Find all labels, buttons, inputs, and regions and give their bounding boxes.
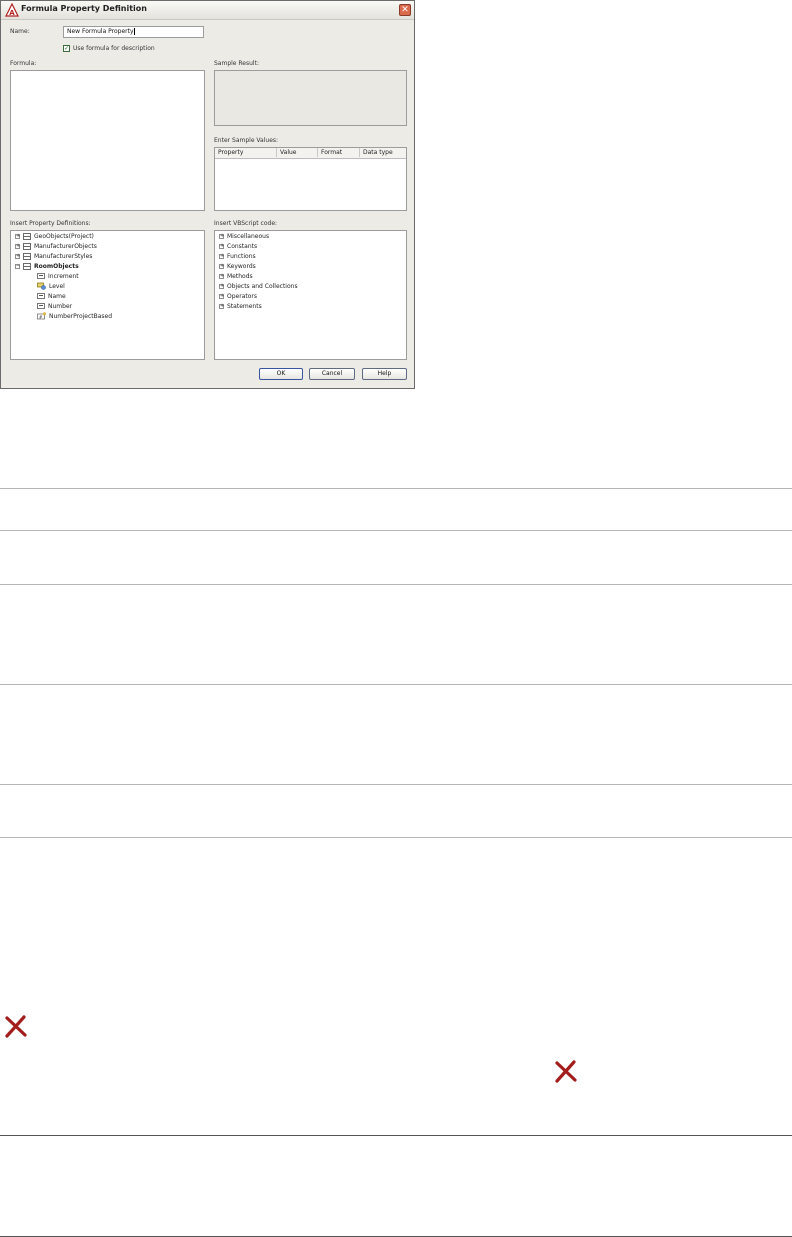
column-header-value[interactable]: Value — [277, 148, 318, 157]
table-rule — [0, 684, 792, 685]
property-icon — [37, 273, 45, 279]
property-definitions-tree[interactable]: + GeoObjects(Project) + ManufacturerObje… — [10, 230, 205, 360]
collapse-icon[interactable]: − — [15, 263, 20, 269]
insert-vbscript-code-label: Insert VBScript code: — [214, 220, 278, 227]
property-set-table-icon — [23, 262, 31, 270]
vbscript-item-functions[interactable]: + Functions — [219, 251, 256, 261]
vbscript-item-operators[interactable]: + Operators — [219, 291, 257, 301]
formula-label: Formula: — [10, 60, 37, 67]
vbscript-item-statements[interactable]: + Statements — [219, 301, 262, 311]
expand-icon[interactable]: + — [219, 263, 224, 269]
checkmark-icon: ✓ — [64, 45, 70, 52]
tree-item-label: Functions — [227, 252, 256, 260]
sample-result-field — [214, 70, 407, 126]
autocad-app-icon: A — [5, 3, 19, 17]
property-icon — [37, 303, 45, 309]
property-set-table-icon — [23, 242, 31, 250]
tree-item-numberprojectbased[interactable]: # NumberProjectBased — [37, 311, 112, 321]
tree-item-label: Number — [48, 302, 73, 310]
expand-icon[interactable]: + — [15, 243, 20, 249]
tree-item-label: Statements — [227, 302, 262, 310]
help-button[interactable]: Help — [362, 368, 407, 380]
column-header-property[interactable]: Property — [215, 148, 277, 157]
table-rule — [0, 837, 792, 838]
tree-item-label: Objects and Collections — [227, 282, 298, 290]
expand-icon[interactable]: + — [219, 273, 224, 279]
vbscript-item-objects-and-collections[interactable]: + Objects and Collections — [219, 281, 298, 291]
expand-icon[interactable]: + — [15, 233, 20, 239]
tree-item-manufacturerstyles[interactable]: + ManufacturerStyles — [15, 251, 92, 261]
project-number-icon: # — [37, 312, 46, 320]
tree-item-label: ManufacturerObjects — [34, 242, 97, 250]
text-caret — [133, 28, 135, 35]
tree-item-manufacturerobjects[interactable]: + ManufacturerObjects — [15, 241, 97, 251]
tree-item-label: Methods — [227, 272, 253, 280]
tree-item-name[interactable]: Name — [37, 291, 66, 301]
tree-item-label: Operators — [227, 292, 257, 300]
expand-icon[interactable]: + — [219, 253, 224, 259]
tree-item-number[interactable]: Number — [37, 301, 72, 311]
insert-property-definitions-label: Insert Property Definitions: — [10, 220, 91, 227]
tree-item-label: Keywords — [227, 262, 256, 270]
formula-property-definition-dialog: A Formula Property Definition ✕ Name: Ne… — [0, 0, 415, 389]
tree-item-label: ManufacturerStyles — [34, 252, 93, 260]
column-header-data-type[interactable]: Data type — [360, 148, 406, 157]
use-formula-checkbox-label[interactable]: Use formula for description — [73, 45, 155, 53]
svg-text:A: A — [9, 9, 15, 17]
table-rule — [0, 1135, 792, 1136]
tree-item-roomobjects[interactable]: − RoomObjects — [15, 261, 79, 271]
sample-values-table[interactable]: Property Value Format Data type — [214, 147, 407, 211]
tree-item-label: GeoObjects(Project) — [34, 232, 94, 240]
vbscript-tree[interactable]: + Miscellaneous + Constants + Functions … — [214, 230, 407, 360]
delete-x-icon — [550, 1055, 582, 1087]
vbscript-item-keywords[interactable]: + Keywords — [219, 261, 256, 271]
property-set-table-icon — [23, 252, 31, 260]
expand-icon[interactable]: + — [219, 293, 224, 299]
name-label: Name: — [10, 28, 30, 35]
ok-button[interactable]: OK — [259, 368, 303, 380]
tree-item-label: Constants — [227, 242, 258, 250]
tree-item-increment[interactable]: Increment — [37, 271, 79, 281]
use-formula-checkbox[interactable]: ✓ — [63, 45, 70, 52]
formula-editor[interactable] — [10, 70, 205, 211]
delete-x-icon — [0, 1010, 32, 1042]
enter-sample-values-label: Enter Sample Values: — [214, 137, 279, 144]
name-input-value: New Formula Property — [67, 28, 134, 35]
table-rule — [0, 784, 792, 785]
tree-item-label: RoomObjects — [34, 262, 79, 270]
cancel-button[interactable]: Cancel — [309, 368, 355, 380]
tree-item-label: Miscellaneous — [227, 232, 270, 240]
expand-icon[interactable]: + — [219, 243, 224, 249]
tree-item-label: Name — [48, 292, 66, 300]
table-rule — [0, 530, 792, 531]
tree-item-label: Increment — [48, 272, 79, 280]
expand-icon[interactable]: + — [15, 253, 20, 259]
expand-icon[interactable]: + — [219, 233, 224, 239]
close-icon: ✕ — [401, 5, 409, 15]
table-rule — [0, 488, 792, 489]
column-header-format[interactable]: Format — [318, 148, 360, 157]
property-set-table-icon — [23, 232, 31, 240]
tree-item-label: NumberProjectBased — [49, 312, 113, 320]
table-rule — [0, 584, 792, 585]
vbscript-item-methods[interactable]: + Methods — [219, 271, 253, 281]
tree-item-geoobjects[interactable]: + GeoObjects(Project) — [15, 231, 94, 241]
property-icon — [37, 293, 45, 299]
title-bar[interactable]: A Formula Property Definition ✕ — [1, 1, 414, 20]
sample-values-header: Property Value Format Data type — [215, 148, 406, 159]
name-input[interactable]: New Formula Property — [63, 26, 204, 38]
vbscript-item-constants[interactable]: + Constants — [219, 241, 257, 251]
level-icon — [37, 282, 46, 290]
dialog-title: Formula Property Definition — [21, 4, 147, 13]
expand-icon[interactable]: + — [219, 283, 224, 289]
vbscript-item-miscellaneous[interactable]: + Miscellaneous — [219, 231, 269, 241]
tree-item-label: Level — [49, 282, 65, 290]
close-button[interactable]: ✕ — [399, 4, 411, 16]
expand-icon[interactable]: + — [219, 303, 224, 309]
tree-item-level[interactable]: Level — [37, 281, 65, 291]
sample-result-label: Sample Result: — [214, 60, 259, 67]
